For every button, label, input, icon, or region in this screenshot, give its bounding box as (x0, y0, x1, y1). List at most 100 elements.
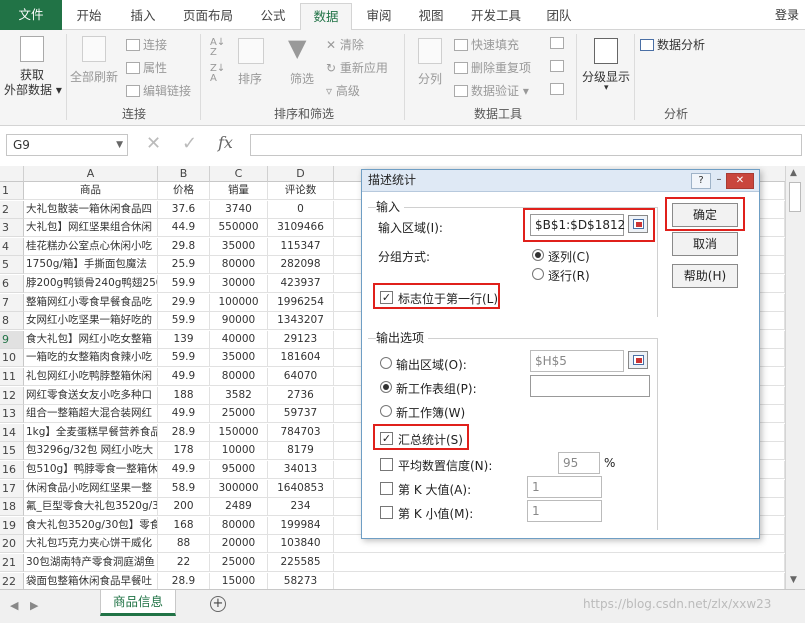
edit-links-button[interactable]: 编辑链接 (126, 82, 191, 99)
row-header[interactable]: 16 (0, 461, 24, 479)
connections-button[interactable]: 连接 (126, 36, 167, 53)
table-cell[interactable]: 35000 (210, 349, 268, 368)
table-cell[interactable]: 大礼包散装一箱休闲食品四 (24, 200, 158, 219)
kth-largest-field[interactable]: 1 (527, 476, 602, 498)
table-cell[interactable]: 脖200g鸭锁骨240g鸭翅250 (24, 275, 158, 293)
table-cell[interactable]: 大礼包巧克力夹心饼干威化 (24, 535, 158, 554)
data-analysis-button[interactable]: 数据分析 (640, 36, 705, 53)
row-header[interactable]: 2 (0, 200, 24, 219)
table-cell[interactable]: 1996254 (268, 293, 334, 312)
table-cell[interactable]: 2736 (268, 386, 334, 405)
sheet-tab-product-info[interactable]: 商品信息 (100, 590, 176, 616)
table-cell[interactable]: 423937 (268, 275, 334, 293)
scroll-down-icon[interactable]: ▼ (790, 575, 797, 585)
table-cell[interactable]: 0 (268, 200, 334, 219)
table-cell[interactable]: 8179 (268, 442, 334, 461)
row-header[interactable]: 5 (0, 256, 24, 275)
table-cell[interactable]: 225585 (268, 554, 334, 572)
table-cell[interactable]: 袋面包整箱休闲食品早餐吐 (24, 572, 158, 589)
tab-team[interactable]: 团队 (540, 3, 578, 30)
output-range-field[interactable]: $H$5 (530, 350, 624, 372)
table-cell[interactable]: 25000 (210, 554, 268, 572)
vertical-scrollbar[interactable]: ▲ ▼ (785, 166, 805, 589)
tab-view[interactable]: 视图 (412, 3, 450, 30)
row-header[interactable]: 11 (0, 368, 24, 386)
kth-largest-checkbox[interactable] (380, 482, 393, 495)
row-header[interactable]: 17 (0, 479, 24, 498)
chevron-down-icon[interactable]: ▼ (116, 135, 123, 155)
table-cell[interactable]: 20000 (210, 535, 268, 554)
kth-smallest-checkbox[interactable] (380, 506, 393, 519)
sort-desc-icon[interactable]: Z↓ A (210, 64, 225, 84)
dialog-min-button[interactable]: – (713, 173, 725, 189)
dialog-close-button[interactable]: ✕ (726, 173, 754, 189)
refresh-all-button[interactable]: 全部刷新 (70, 68, 118, 85)
table-cell[interactable]: 3740 (210, 200, 268, 219)
table-cell[interactable]: 234 (268, 498, 334, 517)
table-cell[interactable]: 59737 (268, 405, 334, 424)
table-cell[interactable]: 22 (158, 554, 210, 572)
table-cell[interactable]: 80000 (210, 368, 268, 386)
empty-cells[interactable] (334, 572, 785, 589)
formula-input[interactable] (250, 134, 802, 156)
table-cell[interactable]: 35000 (210, 237, 268, 256)
table-cell[interactable]: 49.9 (158, 368, 210, 386)
table-cell[interactable]: 休闲食品小吃网红坚果一整 (24, 479, 158, 498)
table-cell[interactable]: 15000 (210, 572, 268, 589)
table-cell[interactable]: 评论数 (268, 182, 334, 200)
table-cell[interactable]: 1kg】全麦蛋糕早餐营养食品 (24, 423, 158, 442)
table-cell[interactable]: 29123 (268, 330, 334, 349)
row-header[interactable]: 21 (0, 554, 24, 572)
tab-data[interactable]: 数据 (300, 3, 352, 31)
table-cell[interactable]: 10000 (210, 442, 268, 461)
row-header[interactable]: 7 (0, 293, 24, 312)
text-to-columns-button[interactable]: 分列 (418, 70, 442, 87)
add-sheet-icon[interactable]: + (210, 596, 226, 612)
column-header-a[interactable]: A (24, 166, 158, 182)
table-cell[interactable]: 103840 (268, 535, 334, 554)
row-header[interactable]: 3 (0, 219, 24, 238)
table-cell[interactable]: 181604 (268, 349, 334, 368)
flash-fill-button[interactable]: 快速填充 (454, 36, 519, 53)
table-cell[interactable]: 商品 (24, 182, 158, 200)
table-cell[interactable]: 200 (158, 498, 210, 517)
table-cell[interactable]: 29.9 (158, 293, 210, 312)
tab-insert[interactable]: 插入 (124, 3, 162, 30)
table-cell[interactable]: 25.9 (158, 256, 210, 275)
table-cell[interactable]: 59.9 (158, 312, 210, 331)
properties-button[interactable]: 属性 (126, 59, 167, 76)
row-header[interactable]: 18 (0, 498, 24, 517)
table-cell[interactable]: 282098 (268, 256, 334, 275)
row-header[interactable]: 8 (0, 312, 24, 331)
table-cell[interactable]: 女网红小吃坚果一箱好吃的 (24, 312, 158, 331)
table-cell[interactable]: 3582 (210, 386, 268, 405)
table-cell[interactable]: 59.9 (158, 275, 210, 293)
new-worksheet-name-field[interactable] (530, 375, 650, 397)
table-cell[interactable]: 49.9 (158, 461, 210, 479)
next-sheet-icon[interactable]: ▶ (30, 599, 38, 612)
login-link[interactable]: 登录 (775, 6, 799, 23)
select-all-corner[interactable] (0, 166, 24, 182)
dialog-help-button[interactable]: ? (691, 173, 711, 189)
tab-file[interactable]: 文件 (0, 0, 62, 30)
row-header[interactable]: 6 (0, 275, 24, 293)
table-cell[interactable]: 网红零食送女友小吃多种口 (24, 386, 158, 405)
table-cell[interactable]: 58.9 (158, 479, 210, 498)
row-header[interactable]: 20 (0, 535, 24, 554)
table-cell[interactable]: 199984 (268, 516, 334, 535)
scrollbar-thumb[interactable] (789, 182, 801, 212)
table-cell[interactable]: 80000 (210, 516, 268, 535)
column-header-c[interactable]: C (210, 166, 268, 182)
table-cell[interactable]: 44.9 (158, 219, 210, 238)
table-cell[interactable]: 桂花糕办公室点心休闲小吃 (24, 237, 158, 256)
table-cell[interactable]: 139 (158, 330, 210, 349)
row-header[interactable]: 13 (0, 405, 24, 424)
what-if-icon[interactable] (550, 82, 567, 96)
remove-duplicates-button[interactable]: 删除重复项 (454, 59, 531, 76)
table-cell[interactable]: 64070 (268, 368, 334, 386)
row-header[interactable]: 19 (0, 516, 24, 535)
sort-button[interactable]: 排序 (238, 70, 262, 87)
by-row-radio[interactable] (532, 268, 544, 280)
row-header[interactable]: 12 (0, 386, 24, 405)
confidence-level-field[interactable]: 95 (558, 452, 600, 474)
